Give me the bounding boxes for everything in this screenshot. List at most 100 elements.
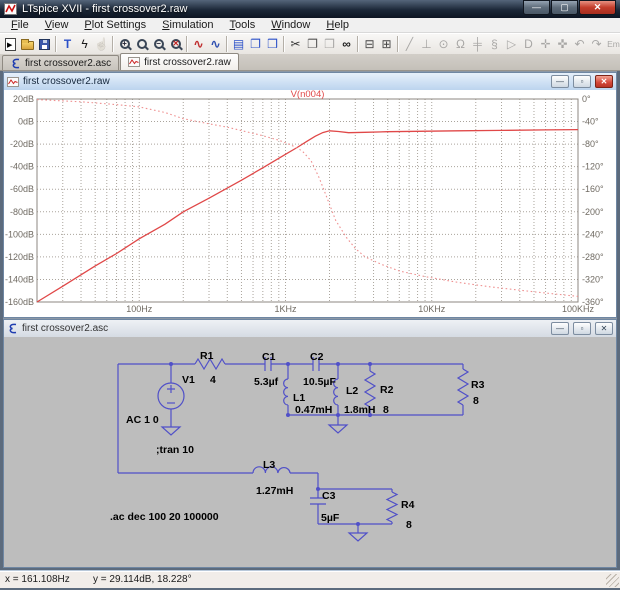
place-inductor-icon: § — [491, 38, 498, 50]
menu-help[interactable]: Help — [318, 19, 357, 31]
find-button[interactable]: ∞ — [338, 35, 355, 54]
component-ref-L2[interactable]: L2 — [346, 385, 358, 397]
tab-first-crossover2-asc[interactable]: first crossover2.asc — [2, 55, 119, 70]
label-net-icon: ⊙ — [438, 38, 448, 50]
menu-plot-settings[interactable]: Plot Settings — [76, 19, 154, 31]
component-value-C2[interactable]: 10.5µF — [303, 376, 336, 388]
ground-icon[interactable] — [329, 425, 347, 433]
plot-maximize-button[interactable]: ▫ — [573, 75, 591, 88]
resize-grip[interactable] — [606, 574, 619, 587]
x-axis-tick: 1KHz — [274, 304, 297, 314]
titlebar[interactable]: LTspice XVII - first crossover2.raw —▢✕ — [0, 0, 620, 18]
tile-vertically-button[interactable]: ❐ — [247, 35, 264, 54]
redo-button: ↷ — [588, 35, 605, 54]
plot-settings-button[interactable]: ∿ — [207, 35, 224, 54]
directive-tran[interactable]: ;tran 10 — [156, 444, 194, 456]
menu-simulation[interactable]: Simulation — [154, 19, 221, 31]
component-ref-R4[interactable]: R4 — [401, 499, 415, 511]
autorange-y-axis-button[interactable]: ∿ — [190, 35, 207, 54]
component-ref-L1[interactable]: L1 — [293, 392, 305, 404]
halt-simulation-button: ☝ — [93, 35, 110, 54]
zoom-full-extents-button[interactable]: ✕ — [167, 35, 184, 54]
left-axis-tick: -40dB — [10, 162, 34, 172]
directive-ac[interactable]: .ac dec 100 20 100000 — [110, 511, 219, 523]
component-value-R1[interactable]: 4 — [210, 374, 216, 386]
component-value-V1[interactable]: AC 1 0 — [126, 414, 159, 426]
schematic-maximize-button[interactable]: ▫ — [573, 322, 591, 335]
trace-magnitude[interactable] — [37, 130, 578, 302]
component-ref-C1[interactable]: C1 — [262, 351, 276, 363]
schematic-minimize-button[interactable]: — — [551, 322, 569, 335]
plot-window-titlebar[interactable]: first crossover2.raw — ▫ ✕ — [4, 73, 616, 90]
tab-label: first crossover2.raw — [144, 57, 231, 68]
plot-minimize-button[interactable]: — — [551, 75, 569, 88]
x-axis-tick: 100KHz — [562, 304, 595, 314]
component-ref-L3[interactable]: L3 — [263, 459, 275, 471]
cut-button[interactable]: ✂ — [287, 35, 304, 54]
save-button[interactable] — [36, 35, 53, 54]
copy-button[interactable]: ❐ — [304, 35, 321, 54]
mdi-area: first crossover2.raw — ▫ ✕ 20dB0dB-20dB-… — [3, 71, 617, 568]
run-simulation-icon: ϟ — [81, 38, 87, 50]
rotate-button: Em — [605, 35, 620, 54]
component-value-C3[interactable]: 5µF — [321, 512, 340, 524]
place-ground-button: ⊥ — [418, 35, 435, 54]
control-panel-button[interactable]: T — [59, 35, 76, 54]
new-schematic-icon — [5, 38, 16, 51]
menu-window[interactable]: Window — [263, 19, 318, 31]
component-value-L1[interactable]: 0.47mH — [295, 404, 332, 416]
component-value-L3[interactable]: 1.27mH — [256, 485, 293, 497]
menu-file[interactable]: File — [3, 19, 37, 31]
waveform-plot[interactable]: 20dB0dB-20dB-40dB-60dB-80dB-100dB-120dB-… — [4, 90, 616, 317]
trace-phase[interactable] — [37, 100, 578, 297]
component-value-R4[interactable]: 8 — [406, 519, 412, 531]
resistor-R4-symbol[interactable] — [387, 492, 397, 522]
tile-horizontally-button[interactable]: ▤ — [230, 35, 247, 54]
component-ref-C3[interactable]: C3 — [322, 490, 336, 502]
print-preview-button[interactable]: ⊞ — [378, 35, 395, 54]
component-value-L2[interactable]: 1.8mH — [344, 404, 376, 416]
component-value-R2[interactable]: 8 — [383, 404, 389, 416]
tab-first-crossover2-raw[interactable]: first crossover2.raw — [120, 53, 239, 70]
zoom-in-button[interactable]: + — [116, 35, 133, 54]
resistor-R2-symbol[interactable] — [365, 371, 375, 407]
right-axis-tick: -320° — [582, 274, 604, 284]
plot-close-button[interactable]: ✕ — [595, 75, 613, 88]
run-simulation-button[interactable]: ϟ — [76, 35, 93, 54]
schematic-window-titlebar[interactable]: first crossover2.asc — ▫ ✕ — [4, 320, 616, 337]
maximize-button[interactable]: ▢ — [551, 0, 578, 15]
open-file-button[interactable] — [19, 35, 36, 54]
toolbar-separator — [357, 36, 359, 52]
cascade-windows-button[interactable]: ❒ — [264, 35, 281, 54]
print-button[interactable]: ⊟ — [361, 35, 378, 54]
component-ref-R1[interactable]: R1 — [200, 350, 214, 362]
component-ref-R2[interactable]: R2 — [380, 384, 394, 396]
minimize-button[interactable]: — — [523, 0, 550, 15]
plot-canvas: 20dB0dB-20dB-40dB-60dB-80dB-100dB-120dB-… — [4, 90, 616, 317]
schematic-close-button[interactable]: ✕ — [595, 322, 613, 335]
resistor-R3-symbol[interactable] — [458, 369, 468, 405]
zoom-area-button[interactable] — [133, 35, 150, 54]
inductor-L1-symbol[interactable] — [284, 379, 288, 405]
copy-icon: ❐ — [307, 38, 318, 50]
zoom-full-extents-icon: ✕ — [171, 39, 181, 49]
component-value-C1[interactable]: 5.3µf — [254, 376, 279, 388]
schematic-window-icon — [7, 323, 18, 334]
new-schematic-button[interactable] — [2, 35, 19, 54]
zoom-area-icon — [137, 39, 147, 49]
cut-icon: ✂ — [290, 38, 300, 50]
ground-icon[interactable] — [349, 533, 367, 541]
component-value-R3[interactable]: 8 — [473, 395, 479, 407]
toolbar-separator — [283, 36, 285, 52]
zoom-out-button[interactable]: − — [150, 35, 167, 54]
trace-label[interactable]: V(n004) — [291, 90, 325, 100]
ground-icon[interactable] — [162, 427, 180, 435]
component-ref-R3[interactable]: R3 — [471, 379, 485, 391]
close-button[interactable]: ✕ — [579, 0, 616, 15]
component-ref-V1[interactable]: V1 — [182, 374, 195, 386]
place-capacitor-button: ╪ — [469, 35, 486, 54]
schematic-canvas[interactable]: V1 AC 1 0 ;tran 10 R1 4 C1 5.3µf C2 10.5… — [4, 337, 616, 567]
menu-view[interactable]: View — [37, 19, 77, 31]
menu-tools[interactable]: Tools — [222, 19, 264, 31]
component-ref-C2[interactable]: C2 — [310, 351, 324, 363]
